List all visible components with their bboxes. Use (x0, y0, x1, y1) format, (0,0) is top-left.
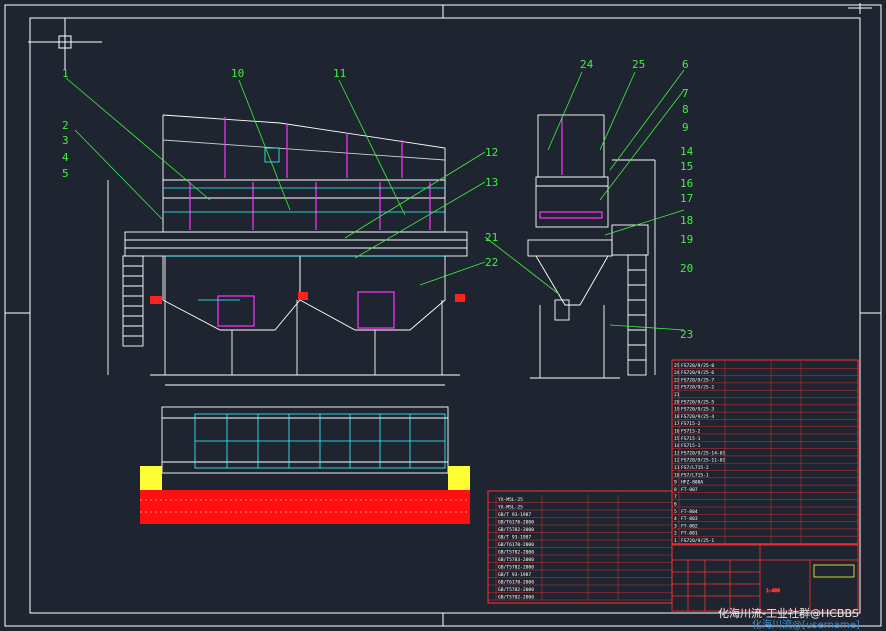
upper-table-row-code: FS720/9/25-6 (681, 370, 714, 376)
callout-4: 4 (62, 151, 69, 164)
side-elevation (527, 114, 656, 379)
callout-8: 8 (682, 103, 689, 116)
callout-11: 11 (333, 67, 346, 80)
callout-24: 24 (580, 58, 594, 71)
parts-list-lower: YX-M5L-25YX-M5L-25GB/T 93-1987GB/T6170-2… (487, 490, 673, 604)
callout-2: 2 (62, 119, 69, 132)
callout-1: 1 (62, 67, 69, 80)
callout-18: 18 (680, 214, 693, 227)
border-ticks (5, 5, 881, 626)
title-block: 1-400 (671, 544, 859, 612)
lower-table-row-code: GB/T5782-2000 (498, 550, 534, 556)
lower-table-row-code: GB/T5783-2000 (498, 557, 534, 563)
callout-3: 3 (62, 134, 69, 147)
upper-table-row-code: FS715-1 (681, 436, 701, 442)
upper-table-row-number: 6 (674, 502, 677, 508)
plan-view (161, 406, 449, 474)
lower-table-row-code: GB/T5782-2000 (498, 587, 534, 593)
front-magenta-frames (189, 117, 431, 329)
leader-lines (65, 69, 685, 331)
red-flanges (150, 292, 465, 304)
callout-7: 7 (682, 87, 689, 100)
drawing-number: 1-400 (766, 588, 780, 594)
callout-12: 12 (485, 146, 498, 159)
upper-table-row-code: FS720/9/25-14-01 (681, 450, 725, 456)
lower-table-row-code: GB/T5782-2000 (498, 565, 534, 571)
cad-drawing: 1 2 3 4 5 10 11 12 13 21 22 24 25 6 7 8 … (4, 3, 882, 631)
upper-table-row-code: HFZ-800A (681, 480, 703, 486)
upper-table-row-code: FS715-2 (681, 421, 701, 427)
callout-6: 6 (682, 58, 689, 71)
lower-table-row-code: GB/T5782-2000 (498, 595, 534, 601)
upper-table-row-code: FS720/9/25-7 (681, 377, 714, 383)
callout-13: 13 (485, 176, 498, 189)
upper-table-row-number: 8 (674, 487, 677, 493)
upper-table-row-code: FS720/9/25-1 (681, 538, 714, 544)
lower-table-row-code: GB/T6170-2000 (498, 542, 534, 548)
cad-crosshair-icon (28, 18, 102, 70)
lower-table-row-code: GB/T 93-1987 (498, 572, 531, 578)
upper-table-row-code: FT-802 (681, 523, 698, 529)
plan-foundation-yellow (140, 466, 470, 492)
lower-table-row-code: GB/T6170-2000 (498, 580, 534, 586)
parts-list-upper: 25 FS720/9/25-024 FS720/9/25-623 FS720/9/25… (671, 359, 859, 545)
callout-5: 5 (62, 167, 69, 180)
side-magenta-frames (539, 117, 603, 219)
upper-table-row-number: 5 (674, 509, 677, 515)
lower-table-row-code: GB/T 93-1987 (498, 535, 531, 541)
lower-table-row-code: GB/T6170-2000 (498, 520, 534, 526)
callout-20: 20 (680, 262, 693, 275)
upper-table-row-code: FS7/L715-1 (681, 472, 709, 478)
upper-table-row-code: FS720/9/25-4 (681, 414, 714, 420)
callout-9: 9 (682, 121, 689, 134)
lower-table-row-code: GB/T5782-2000 (498, 527, 534, 533)
upper-table-row-code: FS720/9/25-0 (681, 363, 714, 369)
lower-table-row-code: YX-M5L-25 (498, 505, 523, 511)
upper-table-row-code: FS720/9/25-3 (681, 407, 714, 413)
callout-17: 17 (680, 192, 693, 205)
lower-table-row-code: GB/T 93-1987 (498, 512, 531, 518)
upper-table-row-code: FS720/9/25-11-01 (681, 458, 725, 464)
upper-table-row-code: FS715-2 (681, 429, 701, 435)
sheet-border (4, 4, 882, 627)
callout-25: 25 (632, 58, 645, 71)
upper-table-row-number: 2 (674, 531, 677, 537)
upper-table-row-code: FS7/L715-2 (681, 465, 709, 471)
upper-table-row-code: FS720/9/25-2 (681, 385, 714, 391)
callout-14: 14 (680, 145, 694, 158)
front-cyan-details (163, 147, 445, 301)
upper-table-row-number: 4 (674, 516, 677, 522)
upper-table-row-number: 9 (674, 480, 677, 486)
plan-cyan-grid (194, 413, 446, 469)
callout-22: 22 (485, 256, 498, 269)
watermark-text-2: 化海川流@[username] (752, 618, 860, 631)
callout-15: 15 (680, 160, 693, 173)
upper-table-row-number: 3 (674, 523, 677, 529)
upper-table-row-code: FT-801 (681, 531, 698, 537)
plan-foundation-red (140, 490, 470, 524)
lower-table-row-code: YX-M5L-25 (498, 497, 523, 503)
upper-table-row-code: FT-804 (681, 509, 698, 515)
upper-table-row-number: 7 (674, 494, 677, 500)
upper-table-row-code: FS715-1 (681, 443, 701, 449)
callout-19: 19 (680, 233, 693, 246)
callout-16: 16 (680, 177, 693, 190)
callout-23: 23 (680, 328, 693, 341)
watermark-text: 化海川流-工业社群@HCBBS (718, 606, 859, 620)
upper-table-row-code: FT-807 (681, 487, 698, 493)
callout-21: 21 (485, 231, 498, 244)
callout-10: 10 (231, 67, 244, 80)
upper-table-row-number: 1 (674, 538, 677, 544)
upper-table-row-code: FS720/9/25-5 (681, 399, 714, 405)
upper-table-row-code: FT-803 (681, 516, 698, 522)
